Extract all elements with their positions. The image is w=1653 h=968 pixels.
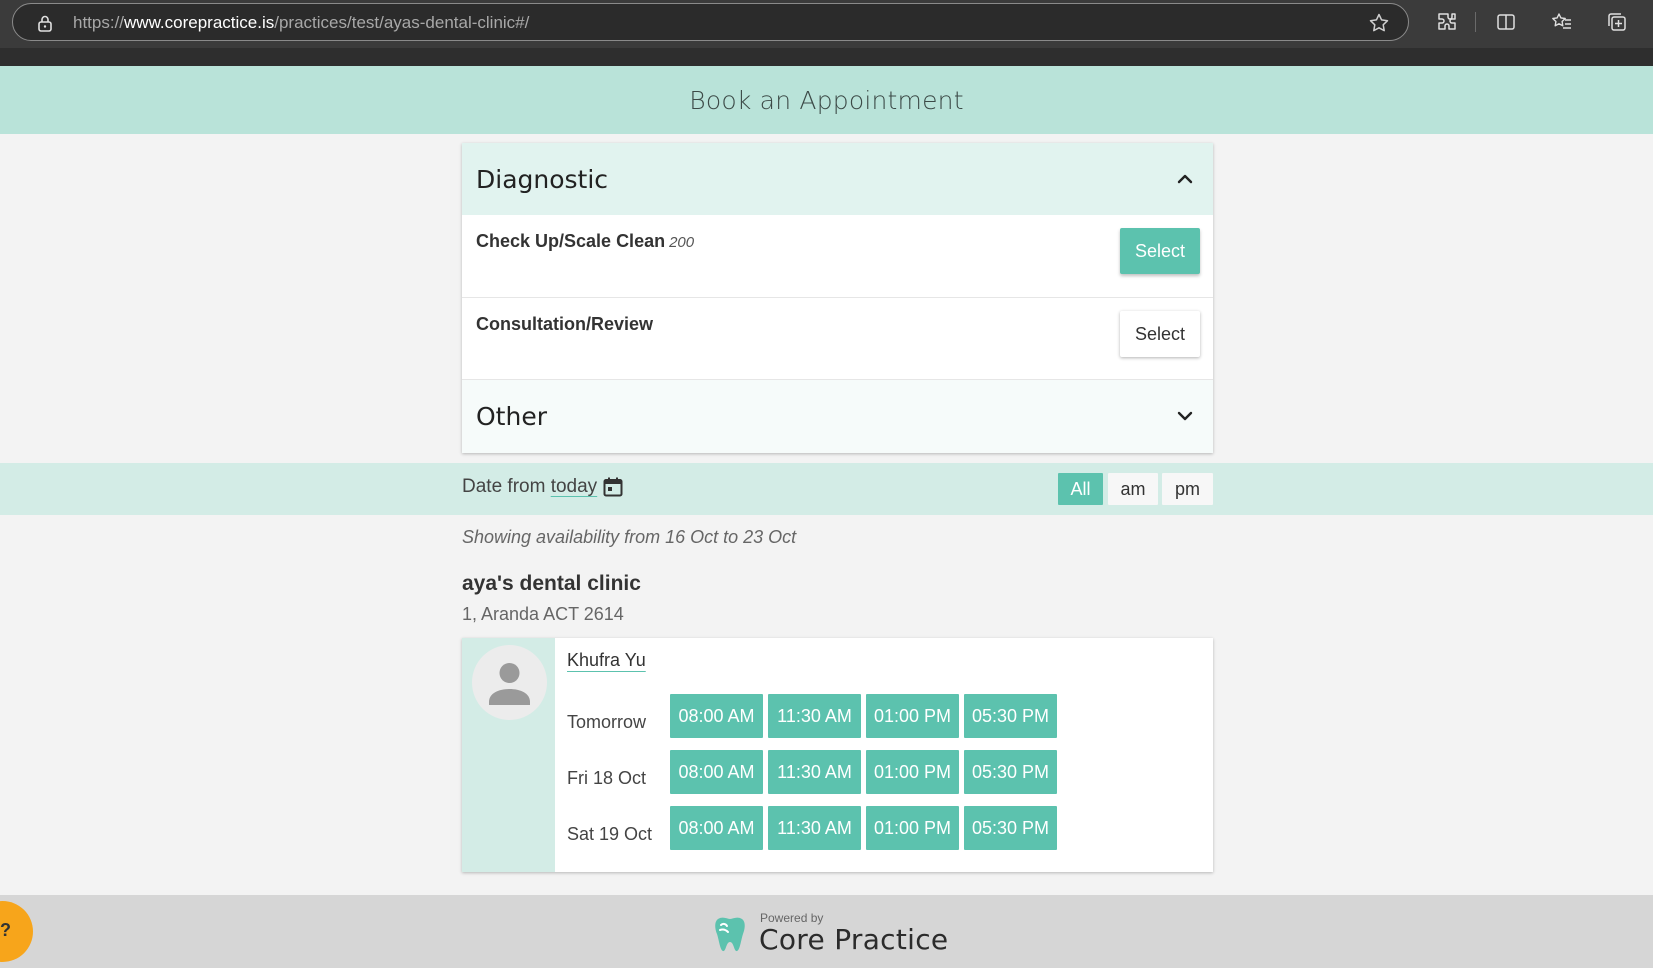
- favorite-star-icon[interactable]: [1368, 12, 1390, 34]
- collections-icon[interactable]: [1606, 11, 1628, 33]
- footer: ? Powered by Core Practice: [0, 895, 1653, 968]
- period-pm-button[interactable]: pm: [1162, 473, 1213, 505]
- help-glyph: ?: [0, 920, 11, 940]
- time-slot-button[interactable]: 08:00 AM: [670, 694, 763, 738]
- service-name: Consultation/Review: [476, 314, 653, 335]
- group-label: Diagnostic: [476, 164, 609, 194]
- person-icon: [489, 663, 530, 705]
- brand-name: Core Practice: [759, 923, 949, 956]
- time-slot-button[interactable]: 01:00 PM: [866, 694, 959, 738]
- address-bar[interactable]: https://www.corepractice.is/practices/te…: [12, 3, 1409, 41]
- time-slot-button[interactable]: 05:30 PM: [964, 694, 1057, 738]
- url-domain: www.corepractice.is: [124, 13, 275, 32]
- time-slot-button[interactable]: 11:30 AM: [768, 806, 861, 850]
- time-slot-button[interactable]: 11:30 AM: [768, 694, 861, 738]
- service-name-text: Check Up/Scale Clean: [476, 231, 666, 251]
- url-text[interactable]: https://www.corepractice.is/practices/te…: [73, 13, 529, 33]
- date-from-label: Date from today: [462, 476, 597, 498]
- page-title: Book an Appointment: [689, 85, 964, 115]
- services-card: Diagnostic Check Up/Scale Clean 200 Selec…: [462, 143, 1213, 453]
- tooth-logo-icon: [715, 917, 745, 952]
- practitioner-card: Khufra Yu Tomorrow 08:00 AM 11:30 AM 01:…: [462, 638, 1213, 872]
- calendar-icon[interactable]: [602, 476, 624, 498]
- day-label: Fri 18 Oct: [567, 768, 647, 788]
- browser-toolbar: https://www.corepractice.is/practices/te…: [0, 0, 1653, 66]
- time-slot-button[interactable]: 08:00 AM: [670, 806, 763, 850]
- time-slot-button[interactable]: 01:00 PM: [866, 750, 959, 794]
- group-label: Other: [476, 402, 547, 431]
- service-name-text: Consultation/Review: [476, 314, 654, 334]
- time-slot-button[interactable]: 11:30 AM: [768, 750, 861, 794]
- service-name: Check Up/Scale Clean 200: [476, 231, 694, 252]
- time-slot-button[interactable]: 08:00 AM: [670, 750, 763, 794]
- period-am-button[interactable]: am: [1108, 473, 1158, 505]
- extensions-icon[interactable]: [1436, 11, 1458, 33]
- select-service-button[interactable]: Select: [1120, 311, 1200, 357]
- select-service-button[interactable]: Select: [1120, 228, 1200, 274]
- date-prefix: Date from: [462, 476, 546, 497]
- brand-logo: Powered by Core Practice: [712, 911, 952, 961]
- clinic-name: aya's dental clinic: [462, 572, 641, 595]
- toolbar-separator: [1475, 12, 1476, 32]
- period-all-button[interactable]: All: [1058, 473, 1103, 505]
- day-label: Sat 19 Oct: [567, 824, 653, 844]
- chevron-down-icon[interactable]: [1175, 406, 1195, 426]
- avatar: [472, 645, 547, 720]
- group-header-diagnostic[interactable]: Diagnostic: [462, 143, 1213, 215]
- time-slot-button[interactable]: 05:30 PM: [964, 806, 1057, 850]
- group-header-other[interactable]: Other: [462, 380, 1213, 453]
- split-screen-icon[interactable]: [1495, 11, 1517, 33]
- availability-note: Showing availability from 16 Oct to 23 O…: [462, 527, 797, 547]
- practitioner-name[interactable]: Khufra Yu: [567, 650, 646, 671]
- time-slot-button[interactable]: 05:30 PM: [964, 750, 1057, 794]
- date-today-link[interactable]: today: [551, 476, 597, 497]
- service-price: 200: [669, 234, 695, 251]
- service-row: Consultation/Review Select: [462, 298, 1213, 380]
- time-slot-button[interactable]: 01:00 PM: [866, 806, 959, 850]
- lock-icon: [38, 15, 52, 32]
- practitioner-sidebar: [462, 638, 555, 872]
- date-filter-bar: Date from today All am pm: [0, 463, 1653, 515]
- help-chat-button[interactable]: ?: [0, 901, 33, 962]
- url-path: /practices/test/ayas-dental-clinic#/: [274, 13, 530, 32]
- clinic-address: 1, Aranda ACT 2614: [462, 604, 624, 624]
- favorites-icon[interactable]: [1551, 11, 1573, 33]
- page-header: Book an Appointment: [0, 66, 1653, 134]
- url-scheme: https://: [73, 13, 125, 32]
- day-label: Tomorrow: [567, 712, 647, 732]
- browser-toolbar-strip: [0, 48, 1653, 66]
- chevron-up-icon[interactable]: [1175, 169, 1195, 189]
- service-row: Check Up/Scale Clean 200 Select: [462, 215, 1213, 298]
